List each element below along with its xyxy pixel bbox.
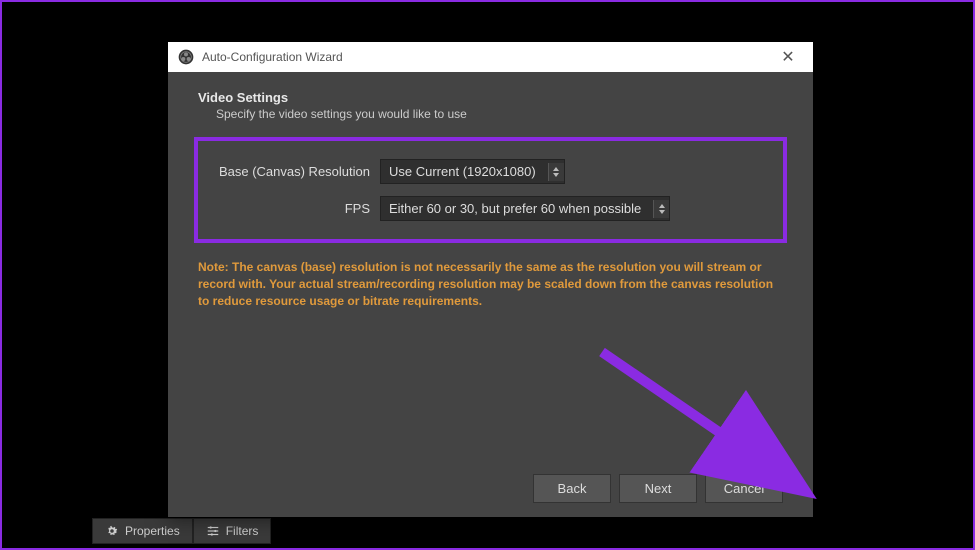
bottom-toolbar: Properties Filters [92,518,271,544]
stepper-icon [548,163,564,181]
titlebar: Auto-Configuration Wizard ✕ [168,42,813,72]
properties-label: Properties [125,524,180,538]
fps-dropdown[interactable]: Either 60 or 30, but prefer 60 when poss… [380,196,670,221]
properties-button[interactable]: Properties [92,518,193,544]
resolution-value: Use Current (1920x1080) [389,164,536,179]
dialog-title: Auto-Configuration Wizard [202,50,765,64]
resolution-row: Base (Canvas) Resolution Use Current (19… [210,159,771,184]
fps-label: FPS [210,201,380,216]
close-icon[interactable]: ✕ [773,47,803,67]
filters-label: Filters [226,524,259,538]
cancel-button[interactable]: Cancel [705,474,783,503]
fps-value: Either 60 or 30, but prefer 60 when poss… [389,201,641,216]
fps-row: FPS Either 60 or 30, but prefer 60 when … [210,196,771,221]
back-button[interactable]: Back [533,474,611,503]
obs-icon [178,49,194,65]
page-heading: Video Settings [198,90,783,105]
page-subheading: Specify the video settings you would lik… [216,107,783,121]
resolution-label: Base (Canvas) Resolution [210,164,380,179]
auto-config-wizard-dialog: Auto-Configuration Wizard ✕ Video Settin… [168,42,813,517]
gear-icon [105,524,119,538]
stepper-icon [653,200,669,218]
note-text: Note: The canvas (base) resolution is no… [198,259,783,309]
filters-button[interactable]: Filters [193,518,272,544]
sliders-icon [206,524,220,538]
annotation-highlight: Base (Canvas) Resolution Use Current (19… [194,137,787,243]
button-row: Back Next Cancel [198,474,783,503]
resolution-dropdown[interactable]: Use Current (1920x1080) [380,159,565,184]
dialog-content: Video Settings Specify the video setting… [168,72,813,517]
next-button[interactable]: Next [619,474,697,503]
